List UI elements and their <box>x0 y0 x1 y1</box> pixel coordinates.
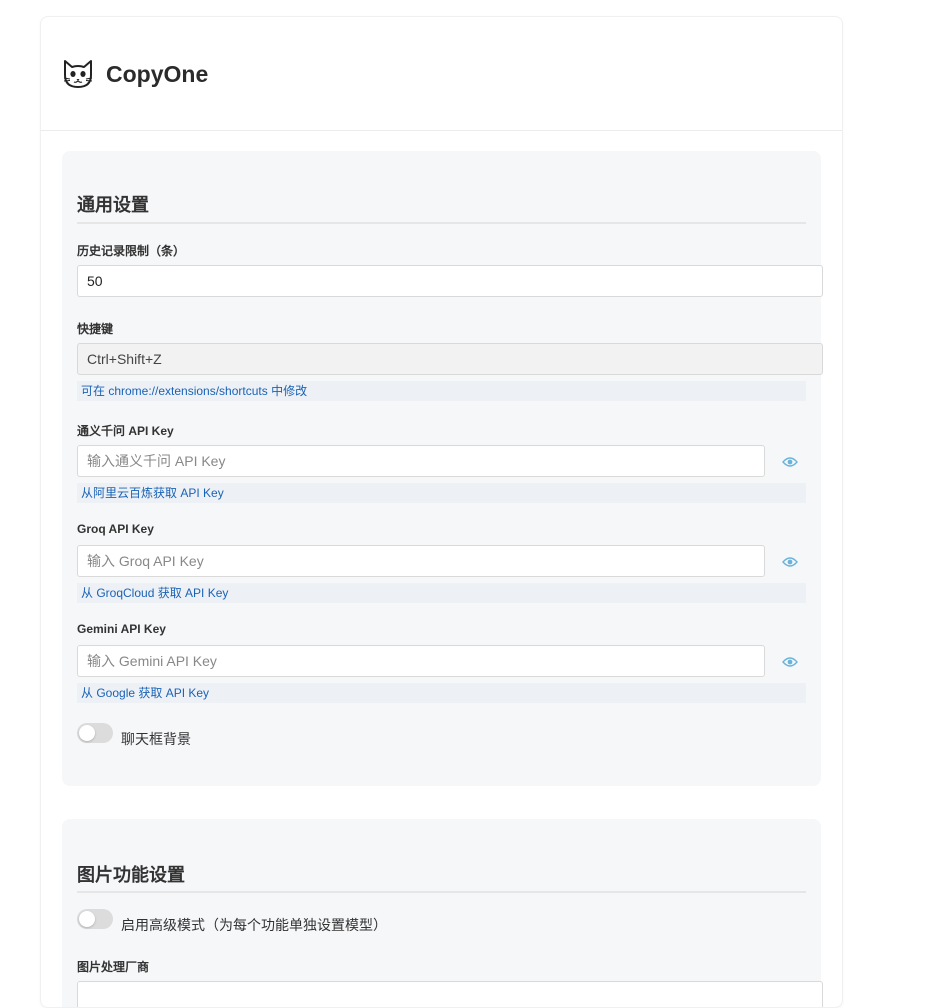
eye-icon[interactable] <box>782 456 798 468</box>
gemini-key-label: Gemini API Key <box>77 622 166 636</box>
history-limit-label: 历史记录限制（条） <box>77 244 186 258</box>
cat-face-icon <box>63 60 93 88</box>
gemini-key-input[interactable]: 输入 Gemini API Key <box>77 645 765 677</box>
eye-icon[interactable] <box>782 656 798 668</box>
section-title-image: 图片功能设置 <box>77 865 185 885</box>
gemini-key-hint[interactable]: 从 Google 获取 API Key <box>77 683 806 703</box>
eye-icon[interactable] <box>782 556 798 568</box>
groq-key-hint[interactable]: 从 GroqCloud 获取 API Key <box>77 583 806 603</box>
section-title-general: 通用设置 <box>77 195 149 215</box>
groq-key-label: Groq API Key <box>77 522 154 536</box>
groq-key-input[interactable]: 输入 Groq API Key <box>77 545 765 577</box>
app-title: CopyOne <box>106 61 209 87</box>
qwen-key-label: 通义千问 API Key <box>77 424 174 438</box>
toggle-knob <box>79 911 95 927</box>
advanced-mode-label: 启用高级模式（为每个功能单独设置模型） <box>121 917 387 933</box>
qwen-key-input[interactable]: 输入通义千问 API Key <box>77 445 765 477</box>
image-vendor-select[interactable] <box>77 981 823 1007</box>
general-settings-section: 通用设置 历史记录限制（条） 50 快捷键 Ctrl+Shift+Z 可在 ch… <box>62 151 823 786</box>
shortcut-hint[interactable]: 可在 chrome://extensions/shortcuts 中修改 <box>77 381 806 401</box>
app-header: CopyOne <box>41 17 842 131</box>
history-limit-input[interactable]: 50 <box>77 265 823 297</box>
settings-card: CopyOne 通用设置 历史记录限制（条） 50 快捷键 Ctrl+Shift… <box>40 16 843 1008</box>
advanced-mode-toggle[interactable] <box>77 909 113 929</box>
shortcut-label: 快捷键 <box>77 322 114 336</box>
shortcut-input[interactable]: Ctrl+Shift+Z <box>77 343 823 375</box>
qwen-key-hint[interactable]: 从阿里云百炼获取 API Key <box>77 483 806 503</box>
image-vendor-label: 图片处理厂商 <box>77 960 150 974</box>
image-settings-section: 图片功能设置 启用高级模式（为每个功能单独设置模型） 图片处理厂商 <box>62 819 823 1007</box>
toggle-knob <box>79 725 95 741</box>
section-divider <box>77 891 806 893</box>
chat-background-toggle[interactable] <box>77 723 113 743</box>
section-divider <box>77 222 806 224</box>
chat-background-label: 聊天框背景 <box>121 731 191 747</box>
